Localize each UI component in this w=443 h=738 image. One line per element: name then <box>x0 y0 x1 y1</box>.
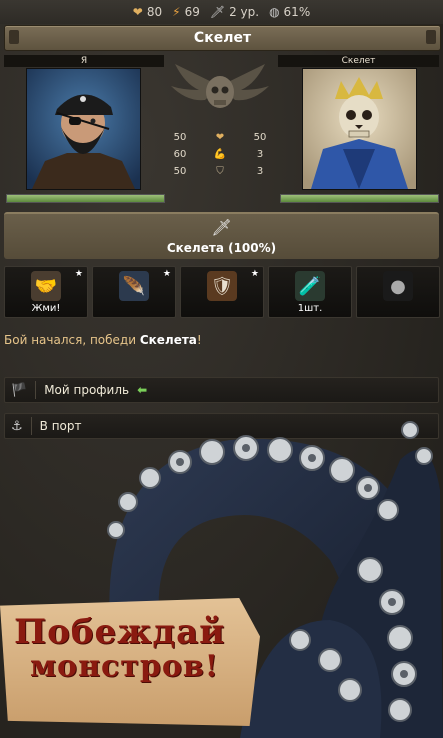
globe-icon: ◍ <box>269 5 280 19</box>
enemy-health-bar <box>280 194 439 203</box>
skill-slot-1[interactable]: 🤝 ★ Жми! <box>4 266 88 318</box>
bomb-icon: ● <box>383 271 413 301</box>
page-title: Скелет <box>193 30 252 46</box>
skill-slot-2[interactable]: 🪶 ★ <box>92 266 176 318</box>
enemy-name-label: Скелет <box>278 55 439 67</box>
battle-target: Скелета <box>139 333 197 347</box>
star-icon: ★ <box>74 269 83 279</box>
skill-slot-5[interactable]: ● <box>356 266 440 318</box>
bolt-icon: ⚡ <box>172 5 181 19</box>
shield-emblem-icon: 🛡 <box>207 271 237 301</box>
skull-wings-emblem <box>165 56 275 126</box>
stat-row-health: 50 ❤ 50 <box>173 132 267 143</box>
feather-icon: 🪶 <box>119 271 149 301</box>
heart-icon: ❤ <box>215 132 225 143</box>
handshake-icon: 🤝 <box>31 271 61 301</box>
health-stat: ❤ 80 <box>132 5 163 19</box>
attack-button[interactable]: 🗡 Скелета (100%) <box>4 212 439 259</box>
sword-icon: 🗡 <box>209 5 226 19</box>
skill-slot-4[interactable]: 🧪 1шт. <box>268 266 352 318</box>
promo-banner-text: Побеждай монстров! <box>14 612 226 684</box>
battle-message: Бой начался, победи Скелета! <box>4 333 202 347</box>
potion-bottle-icon: 🧪 <box>295 271 325 301</box>
attack-label: Скелета (100%) <box>166 241 277 255</box>
stat-row-defense: 50 ⛉ 3 <box>173 166 264 177</box>
player-name-label: Я <box>4 55 164 67</box>
strength-icon: 💪 <box>213 149 227 160</box>
star-icon: ★ <box>250 269 259 279</box>
title-cap-right <box>426 30 436 44</box>
sword-icon: 🗡 <box>211 218 232 237</box>
player-health-bar <box>6 194 165 203</box>
level-stat: 🗡 2 ур. <box>209 5 260 19</box>
shield-icon: ⛉ <box>216 166 224 177</box>
progress-stat: ◍ 61% <box>269 5 311 19</box>
status-bar: ❤ 80 ⚡ 69 🗡 2 ур. ◍ 61% <box>0 0 443 24</box>
skill-slot-3[interactable]: 🛡 ★ <box>180 266 264 318</box>
star-icon: ★ <box>162 269 171 279</box>
player-health-fill <box>7 195 164 202</box>
heart-icon: ❤ <box>132 5 143 19</box>
battle-title-bar: Скелет <box>4 25 441 51</box>
player-avatar[interactable] <box>26 68 141 190</box>
title-cap-left <box>9 30 19 44</box>
stat-row-strength: 60 💪 3 <box>173 149 264 160</box>
energy-stat: ⚡ 69 <box>172 5 200 19</box>
enemy-avatar[interactable] <box>302 68 417 190</box>
enemy-health-fill <box>281 195 438 202</box>
